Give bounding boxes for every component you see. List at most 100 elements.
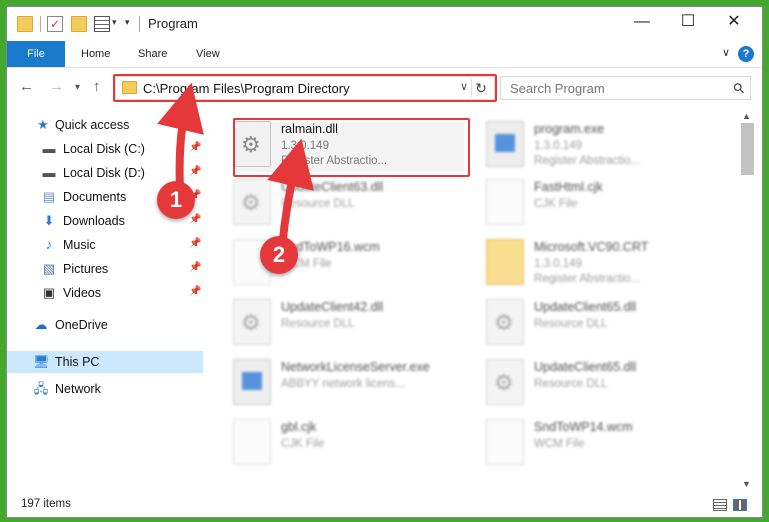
- folder-file-icon: [486, 239, 524, 285]
- callout-badge-2: 2: [260, 236, 298, 274]
- file-item[interactable]: gbl.cjk CJK File: [233, 419, 473, 477]
- file-item[interactable]: UpdateClient65.dll Resource DLL: [486, 299, 726, 357]
- file-item[interactable]: UpdateClient65.dll Resource DLL: [486, 359, 726, 417]
- vertical-scrollbar[interactable]: ▲ ▼: [738, 107, 758, 493]
- file-item[interactable]: UpdateClient42.dll Resource DLL: [233, 299, 473, 357]
- network-icon: 🖧: [33, 381, 49, 396]
- scroll-up-icon[interactable]: ▲: [742, 111, 751, 121]
- new-folder-icon[interactable]: [71, 16, 87, 32]
- sidebar-item-network[interactable]: 🖧 Network: [7, 377, 203, 401]
- help-icon[interactable]: ?: [738, 46, 754, 62]
- file-name: FastHtml.cjk: [534, 180, 603, 194]
- back-arrow-icon[interactable]: ←: [19, 78, 34, 95]
- address-bar-highlight: [113, 74, 497, 102]
- maximize-button[interactable]: ☐: [665, 7, 711, 39]
- recent-locations-icon[interactable]: ▾: [75, 82, 80, 93]
- file-type: CJK File: [281, 438, 325, 450]
- pictures-icon: ▧: [42, 261, 56, 276]
- tab-file[interactable]: File: [7, 41, 65, 67]
- videos-icon: ▣: [42, 285, 56, 300]
- sidebar-item-pictures[interactable]: ▧ Pictures 📌: [7, 257, 203, 281]
- file-name: gbl.cjk: [281, 420, 317, 434]
- pin-icon[interactable]: 📌: [189, 142, 201, 153]
- tab-share[interactable]: Share: [124, 41, 181, 67]
- search-icon[interactable]: ⚲: [729, 79, 748, 98]
- sidebar-item-label: OneDrive: [55, 318, 108, 332]
- file-type: Resource DLL: [534, 378, 608, 390]
- sidebar-item-music[interactable]: ♪ Music 📌: [7, 233, 203, 257]
- sidebar-item-local-disk-c[interactable]: ▬ Local Disk (C:) 📌: [7, 137, 203, 161]
- minimize-button[interactable]: —: [619, 7, 665, 39]
- file-item[interactable]: Microsoft.VC90.CRT 1.3.0.149 Register Ab…: [486, 239, 726, 297]
- file-item[interactable]: FastHtml.cjk CJK File: [486, 179, 726, 237]
- sidebar-item-quick-access[interactable]: ★ Quick access: [7, 113, 203, 137]
- sidebar-item-videos[interactable]: ▣ Videos 📌: [7, 281, 203, 305]
- details-view-icon[interactable]: [713, 499, 727, 511]
- tab-view[interactable]: View: [182, 41, 234, 67]
- file-name: Microsoft.VC90.CRT: [534, 240, 649, 254]
- explorer-window: ✓ ▾ ▾ Program — ☐ ✕ File Home Share View…: [6, 6, 763, 518]
- drive-icon: ▬: [42, 141, 56, 156]
- downloads-icon: ⬇: [43, 213, 55, 228]
- navigation-bar: ← → ▾ ↑ C:\Program Files\Program Directo…: [7, 68, 762, 106]
- scroll-down-icon[interactable]: ▼: [742, 479, 751, 489]
- file-type: WCM File: [534, 438, 585, 450]
- pin-icon[interactable]: 📌: [189, 262, 201, 273]
- file-name: program.exe: [534, 122, 605, 136]
- file-description: Register Abstractio...: [534, 155, 641, 167]
- folder-icon[interactable]: [17, 16, 33, 32]
- expand-ribbon-icon[interactable]: ∨: [722, 46, 730, 59]
- exe-file-icon: [233, 359, 271, 405]
- file-item[interactable]: program.exe 1.3.0.149 Register Abstracti…: [486, 121, 726, 179]
- search-box[interactable]: Search Program ⚲: [500, 76, 751, 100]
- properties-dropdown-icon[interactable]: ▾: [112, 17, 117, 28]
- customize-chevron-icon[interactable]: ▾: [125, 17, 130, 28]
- file-version: 1.3.0.149: [534, 140, 582, 152]
- document-file-icon: [486, 419, 524, 465]
- sidebar-item-this-pc[interactable]: 🖥 This PC: [7, 351, 203, 373]
- navigation-pane: ★ Quick access ▬ Local Disk (C:) 📌 ▬ Loc…: [7, 107, 203, 493]
- file-item[interactable]: SndToWP14.wcm WCM File: [486, 419, 726, 477]
- pin-icon[interactable]: 📌: [189, 238, 201, 249]
- cloud-icon: ☁: [34, 317, 48, 332]
- file-list: ralmain.dll 1.3.0.149 Register Abstracti…: [203, 107, 738, 493]
- sidebar-item-label: Downloads: [63, 214, 125, 228]
- status-bar: 197 items: [7, 493, 762, 517]
- dll-file-icon: [233, 179, 271, 225]
- file-name: UpdateClient65.dll: [534, 300, 637, 314]
- sidebar-item-label: Local Disk (D:): [63, 166, 145, 180]
- sidebar-item-label: Music: [63, 238, 96, 252]
- search-placeholder: Search Program: [510, 81, 605, 96]
- pin-icon[interactable]: 📌: [189, 214, 201, 225]
- sidebar-item-label: Documents: [63, 190, 127, 204]
- forward-arrow-icon[interactable]: →: [49, 78, 64, 95]
- documents-icon: ▤: [42, 189, 56, 204]
- file-name: UpdateClient42.dll: [281, 300, 384, 314]
- large-icons-view-icon[interactable]: [733, 499, 747, 511]
- scrollbar-thumb[interactable]: [741, 123, 754, 175]
- up-arrow-icon[interactable]: ↑: [93, 78, 101, 95]
- sidebar-item-label: Pictures: [63, 262, 109, 276]
- file-name: UpdateClient65.dll: [534, 360, 637, 374]
- file-item[interactable]: NetworkLicenseServer.exe ABBYY network l…: [233, 359, 473, 417]
- file-name: UpdateClient63.dll: [281, 180, 384, 194]
- sidebar-item-onedrive[interactable]: ☁ OneDrive: [7, 313, 203, 337]
- sidebar-item-label: Quick access: [55, 118, 130, 132]
- drive-icon: ▬: [42, 165, 56, 180]
- file-highlight: [233, 118, 470, 177]
- pin-icon[interactable]: 📌: [189, 166, 201, 177]
- dll-file-icon: [486, 299, 524, 345]
- file-name: SndToWP14.wcm: [534, 420, 633, 434]
- file-item[interactable]: UpdateClient63.dll Resource DLL: [233, 179, 473, 237]
- file-version: 1.3.0.149: [534, 258, 582, 270]
- sidebar-item-label: Network: [55, 382, 101, 396]
- file-type: Resource DLL: [281, 318, 355, 330]
- item-count: 197 items: [21, 498, 71, 510]
- pin-icon[interactable]: 📌: [189, 286, 201, 297]
- properties-icon[interactable]: [94, 16, 110, 32]
- ribbon-tabs: File Home Share View ∨ ?: [7, 41, 762, 68]
- file-type: Resource DLL: [534, 318, 608, 330]
- close-button[interactable]: ✕: [711, 7, 757, 39]
- tab-home[interactable]: Home: [67, 41, 124, 67]
- properties-check-icon[interactable]: ✓: [47, 16, 63, 32]
